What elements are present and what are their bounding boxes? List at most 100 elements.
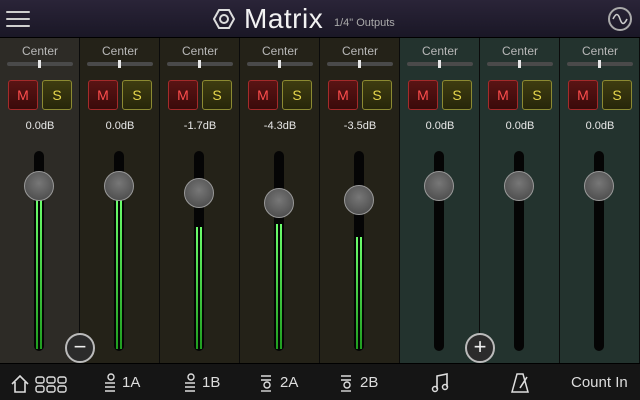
level-meter-right bbox=[280, 224, 282, 349]
gain-readout: 0.0dB bbox=[105, 120, 135, 132]
channel-strip: Center M S -1.7dB bbox=[160, 38, 240, 363]
volume-fader[interactable] bbox=[184, 151, 214, 351]
solo-button[interactable]: S bbox=[122, 80, 152, 110]
mute-button[interactable]: M bbox=[168, 80, 198, 110]
pan-label: Center bbox=[21, 44, 59, 58]
solo-button[interactable]: S bbox=[602, 80, 632, 110]
channel-strip: Center M S -3.5dB bbox=[320, 38, 400, 363]
solo-button[interactable]: S bbox=[522, 80, 552, 110]
tab-input-1b[interactable]: 1B bbox=[160, 364, 240, 400]
pan-label: Center bbox=[101, 44, 139, 58]
level-meter-left bbox=[356, 237, 358, 349]
pan-knob[interactable] bbox=[198, 60, 201, 68]
mute-button[interactable]: M bbox=[8, 80, 38, 110]
mute-button[interactable]: M bbox=[408, 80, 438, 110]
metronome-icon bbox=[511, 373, 529, 393]
pan-knob[interactable] bbox=[518, 60, 521, 68]
channel-strip: Center M S -4.3dB bbox=[240, 38, 320, 363]
fader-knob[interactable] bbox=[344, 185, 374, 215]
pan-knob[interactable] bbox=[358, 60, 361, 68]
mute-button[interactable]: M bbox=[488, 80, 518, 110]
pan-slider[interactable] bbox=[407, 60, 473, 68]
mute-button[interactable]: M bbox=[248, 80, 278, 110]
gain-readout: 0.0dB bbox=[585, 120, 615, 132]
pan-slider[interactable] bbox=[327, 60, 393, 68]
tab-label-1b: 1B bbox=[202, 374, 221, 391]
fader-knob[interactable] bbox=[504, 171, 534, 201]
channel-strip: Center M S 0.0dB bbox=[480, 38, 560, 363]
pan-label: Center bbox=[501, 44, 539, 58]
home-grid-icon bbox=[11, 374, 67, 393]
tab-input-2b[interactable]: 2B bbox=[320, 364, 400, 400]
pan-slider[interactable] bbox=[87, 60, 153, 68]
tab-input-1a[interactable]: 1A bbox=[80, 364, 160, 400]
tab-home[interactable] bbox=[0, 364, 80, 400]
pan-knob[interactable] bbox=[278, 60, 281, 68]
level-meter-left bbox=[276, 224, 278, 349]
tab-count-in[interactable]: Count In bbox=[560, 364, 640, 400]
level-meter-right bbox=[40, 198, 42, 349]
pan-slider[interactable] bbox=[247, 60, 313, 68]
mute-button[interactable]: M bbox=[328, 80, 358, 110]
volume-fader[interactable] bbox=[504, 151, 534, 351]
add-channel-button[interactable]: + bbox=[465, 333, 495, 363]
level-meter-left bbox=[36, 198, 38, 349]
volume-fader[interactable] bbox=[104, 151, 134, 351]
pan-slider[interactable] bbox=[487, 60, 553, 68]
remove-channel-button[interactable]: − bbox=[65, 333, 95, 363]
gain-readout: 0.0dB bbox=[425, 120, 455, 132]
volume-fader[interactable] bbox=[584, 151, 614, 351]
page-subtitle: 1/4" Outputs bbox=[334, 17, 395, 29]
channel-tab-bar: 1A 1B 2A 2B Count In bbox=[0, 363, 640, 400]
volume-fader[interactable] bbox=[24, 151, 54, 351]
channel-strip: Center M S 0.0dB bbox=[80, 38, 160, 363]
solo-button[interactable]: S bbox=[202, 80, 232, 110]
level-meter-right bbox=[360, 237, 362, 349]
pan-slider[interactable] bbox=[7, 60, 73, 68]
tab-music[interactable] bbox=[400, 364, 480, 400]
fader-knob[interactable] bbox=[24, 171, 54, 201]
pan-slider[interactable] bbox=[567, 60, 633, 68]
solo-button[interactable]: S bbox=[282, 80, 312, 110]
solo-button[interactable]: S bbox=[362, 80, 392, 110]
solo-button[interactable]: S bbox=[42, 80, 72, 110]
mute-button[interactable]: M bbox=[88, 80, 118, 110]
pan-knob[interactable] bbox=[598, 60, 601, 68]
tab-metronome[interactable] bbox=[480, 364, 560, 400]
music-note-icon bbox=[431, 373, 449, 393]
pan-knob[interactable] bbox=[38, 60, 41, 68]
gain-readout: 0.0dB bbox=[505, 120, 535, 132]
input-1-icon bbox=[105, 373, 115, 392]
menu-icon[interactable] bbox=[6, 8, 30, 28]
pan-label: Center bbox=[181, 44, 219, 58]
waveform-logo-icon[interactable] bbox=[608, 7, 632, 31]
fader-knob[interactable] bbox=[264, 188, 294, 218]
tab-input-2a[interactable]: 2A bbox=[240, 364, 320, 400]
pan-label: Center bbox=[261, 44, 299, 58]
tab-label-1a: 1A bbox=[122, 374, 141, 391]
level-meter-right bbox=[120, 198, 122, 349]
page-title: Matrix bbox=[244, 3, 324, 34]
pan-slider[interactable] bbox=[167, 60, 233, 68]
fader-knob[interactable] bbox=[104, 171, 134, 201]
volume-fader[interactable] bbox=[344, 151, 374, 351]
level-meter-right bbox=[200, 227, 202, 349]
fader-knob[interactable] bbox=[584, 171, 614, 201]
input-2-icon bbox=[341, 375, 351, 392]
pan-label: Center bbox=[581, 44, 619, 58]
pan-knob[interactable] bbox=[438, 60, 441, 68]
volume-fader[interactable] bbox=[424, 151, 454, 351]
channel-strip: Center M S 0.0dB bbox=[0, 38, 80, 363]
tab-label-count-in: Count In bbox=[571, 374, 628, 391]
input-1-icon bbox=[185, 373, 195, 392]
fader-knob[interactable] bbox=[184, 178, 214, 208]
channel-strip: Center M S 0.0dB bbox=[560, 38, 640, 363]
solo-button[interactable]: S bbox=[442, 80, 472, 110]
pan-knob[interactable] bbox=[118, 60, 121, 68]
mute-button[interactable]: M bbox=[568, 80, 598, 110]
gain-readout: -1.7dB bbox=[183, 120, 217, 132]
pan-label: Center bbox=[341, 44, 379, 58]
volume-fader[interactable] bbox=[264, 151, 294, 351]
fader-knob[interactable] bbox=[424, 171, 454, 201]
hex-nut-icon bbox=[213, 9, 235, 29]
